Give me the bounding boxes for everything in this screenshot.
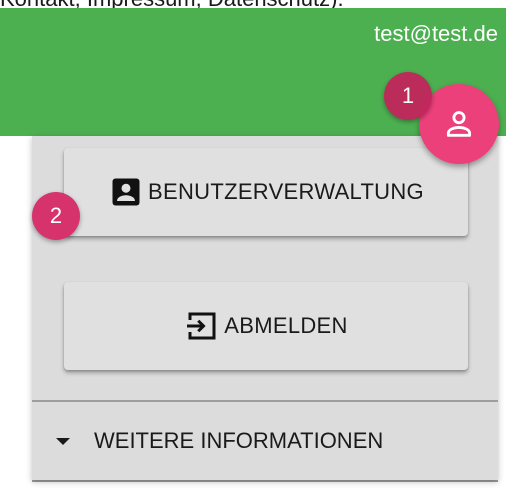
logout-icon bbox=[187, 312, 216, 340]
step-marker-2: 2 bbox=[32, 192, 80, 240]
user-management-label: BENUTZERVERWALTUNG bbox=[148, 179, 424, 204]
more-information-toggle[interactable]: WEITERE INFORMATIONEN bbox=[32, 402, 498, 480]
step-marker-1: 1 bbox=[384, 72, 432, 120]
more-information-label: WEITERE INFORMATIONEN bbox=[94, 428, 384, 453]
page-caption: Kontakt, Impressum, Datenschutz). bbox=[0, 0, 506, 8]
logout-button[interactable]: ABMELDEN bbox=[64, 282, 468, 370]
logout-label: ABMELDEN bbox=[224, 313, 348, 338]
account-box-icon bbox=[112, 178, 140, 206]
person-outline-icon bbox=[446, 111, 472, 137]
menu-bottom-divider bbox=[32, 480, 498, 482]
user-email: test@test.de bbox=[374, 21, 498, 46]
user-management-button[interactable]: BENUTZERVERWALTUNG bbox=[64, 148, 468, 236]
caret-down-icon bbox=[56, 437, 70, 445]
user-dropdown-menu: BENUTZERVERWALTUNG ABMELDEN WEITERE INFO… bbox=[32, 136, 498, 480]
